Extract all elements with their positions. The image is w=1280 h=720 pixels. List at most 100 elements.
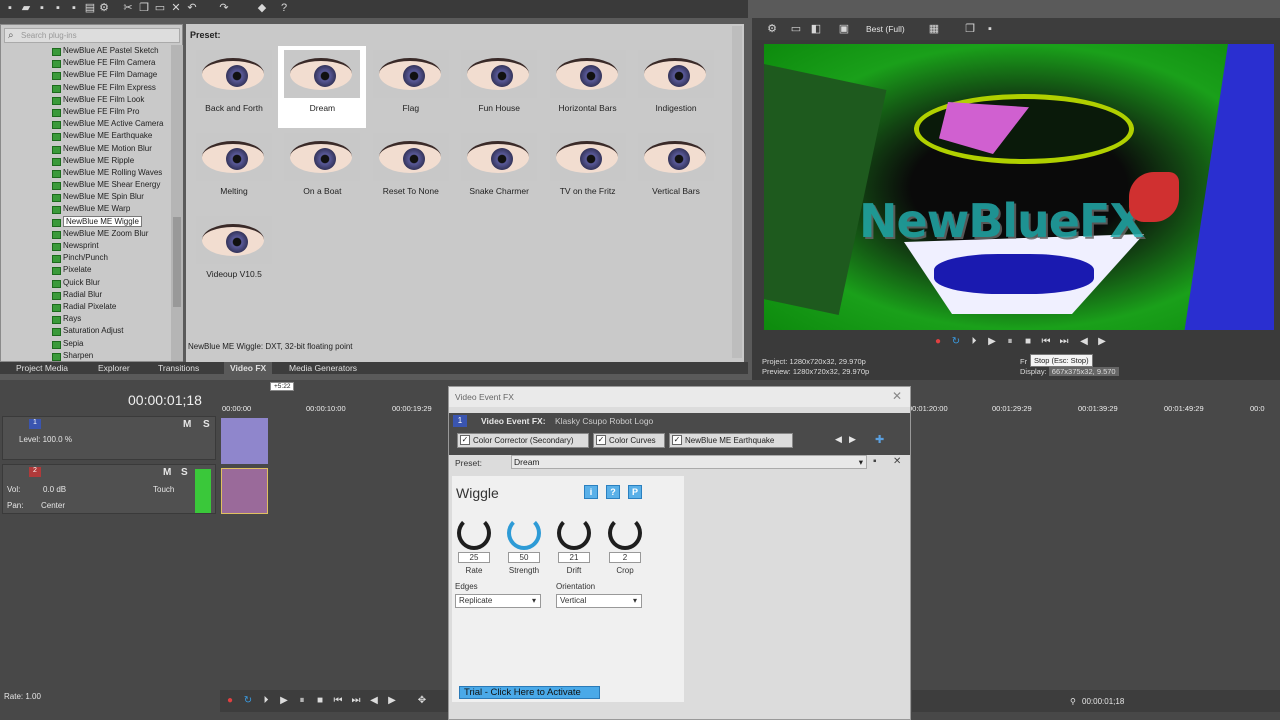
checkbox-icon[interactable]: ✓ [596, 435, 606, 445]
preset-thumbnail[interactable]: Reset To None [367, 129, 455, 211]
overlays-icon[interactable]: ▦ [928, 23, 940, 35]
previous-frame-icon[interactable]: ◀ [1078, 336, 1090, 348]
play-icon[interactable]: ▶ [278, 695, 290, 707]
next-frame-icon[interactable]: ▶ [1096, 336, 1108, 348]
redo-icon[interactable]: ↷ [218, 2, 230, 14]
edit-tool-icon[interactable]: ✥ [416, 695, 428, 707]
info-button[interactable]: i [584, 485, 598, 499]
plugin-item[interactable]: Sepia [1, 338, 171, 350]
orientation-dropdown[interactable]: Vertical [556, 594, 642, 608]
plugin-item[interactable]: NewBlue ME Ripple [1, 155, 171, 167]
plugin-item[interactable]: NewBlue ME Warp [1, 203, 171, 215]
plugin-item[interactable]: Radial Pixelate [1, 301, 171, 313]
plugin-item[interactable]: NewBlue FE Film Camera [1, 57, 171, 69]
plugin-scroll-thumb[interactable] [173, 217, 181, 307]
render-icon[interactable]: ▪ [68, 2, 80, 14]
play-icon[interactable]: ▶ [986, 336, 998, 348]
plugin-item[interactable]: Radial Blur [1, 289, 171, 301]
previous-frame-icon[interactable]: ◀ [368, 695, 380, 707]
snap-icon[interactable]: ◆ [256, 2, 268, 14]
plugin-search-input[interactable]: ⌕ Search plug-ins [4, 28, 180, 43]
preset-thumbnail[interactable]: Vertical Bars [632, 129, 720, 211]
stop-icon[interactable]: ■ [314, 695, 326, 707]
split-screen-icon[interactable]: ◧ [810, 23, 822, 35]
plugin-item[interactable]: Newsprint [1, 240, 171, 252]
mute-button[interactable]: M [183, 419, 191, 430]
tab-video-fx[interactable]: Video FX [224, 362, 273, 374]
go-to-start-icon[interactable]: ⏮ [1040, 336, 1052, 348]
fx-chain-button[interactable]: ✓ Color Curves [593, 433, 665, 448]
quality-icon[interactable]: ▣ [838, 23, 850, 35]
save-preset-icon[interactable]: ▪ [873, 456, 877, 467]
delete-icon[interactable]: ✕ [170, 2, 182, 14]
help-button[interactable]: ? [606, 485, 620, 499]
plugin-item[interactable]: NewBlue ME Spin Blur [1, 191, 171, 203]
preview-settings-icon[interactable]: ⚙ [766, 23, 778, 35]
plugin-item[interactable]: Rays [1, 313, 171, 325]
add-fx-icon[interactable]: ✚ [875, 433, 884, 446]
plugin-item[interactable]: NewBlue FE Film Damage [1, 69, 171, 81]
new-file-icon[interactable]: ▪ [4, 2, 16, 14]
fx-chain-button[interactable]: ✓ NewBlue ME Earthquake [669, 433, 793, 448]
plugin-item[interactable]: NewBlue ME Rolling Waves [1, 167, 171, 179]
next-frame-icon[interactable]: ▶ [386, 695, 398, 707]
go-to-start-icon[interactable]: ⏮ [332, 695, 344, 707]
tab-explorer[interactable]: Explorer [98, 362, 130, 374]
preset-thumbnail[interactable]: Dream [278, 46, 367, 128]
plugin-item[interactable]: NewBlue AE Pastel Sketch [1, 45, 171, 57]
chain-left-icon[interactable]: ◀ [835, 434, 842, 445]
external-monitor-icon[interactable]: ▭ [790, 23, 802, 35]
plugin-scrollbar[interactable] [171, 45, 183, 361]
preset-scrollbar[interactable] [732, 26, 742, 358]
delete-preset-icon[interactable]: ✕ [893, 456, 901, 467]
fx-chain-button[interactable]: ✓ Color Corrector (Secondary) [457, 433, 589, 448]
plugin-item[interactable]: NewBlue ME Earthquake [1, 130, 171, 142]
crop-value[interactable]: 2 [609, 552, 641, 563]
plugin-item[interactable]: NewBlue FE Film Express [1, 82, 171, 94]
trial-activate-button[interactable]: Trial - Click Here to Activate [459, 686, 600, 699]
automation-mode[interactable]: Touch [153, 485, 174, 494]
preset-thumbnail[interactable]: Snake Charmer [455, 129, 543, 211]
save-snapshot-icon[interactable]: ▪ [984, 23, 996, 35]
drift-knob[interactable] [557, 516, 591, 550]
preset-thumbnail[interactable]: Indigestion [632, 46, 720, 128]
plugin-item[interactable]: Pixelate [1, 264, 171, 276]
plugin-item[interactable]: NewBlue ME Motion Blur [1, 143, 171, 155]
loop-icon[interactable]: ↻ [950, 336, 962, 348]
edges-dropdown[interactable]: Replicate [455, 594, 541, 608]
go-to-end-icon[interactable]: ⏭ [1058, 336, 1070, 348]
tab-media-generators[interactable]: Media Generators [289, 362, 357, 374]
settings-icon[interactable]: ⚙ [98, 2, 110, 14]
preset-thumbnail[interactable]: Back and Forth [190, 46, 278, 128]
chain-right-icon[interactable]: ▶ [849, 434, 856, 445]
undo-icon[interactable]: ↶ [186, 2, 198, 14]
solo-button[interactable]: S [203, 419, 210, 430]
preset-thumbnail[interactable]: TV on the Fritz [544, 129, 632, 211]
pause-icon[interactable]: ⏸ [296, 695, 308, 707]
strength-knob[interactable] [507, 516, 541, 550]
record-icon[interactable]: ● [224, 695, 236, 707]
plugin-item[interactable]: NewBlue ME Wiggle [1, 215, 171, 228]
rate-value[interactable]: 25 [458, 552, 490, 563]
preset-thumbnail[interactable]: Fun House [455, 46, 543, 128]
save-as-icon[interactable]: ▪ [52, 2, 64, 14]
properties-icon[interactable]: ▤ [84, 2, 96, 14]
help-icon[interactable]: ? [278, 2, 290, 14]
preset-button[interactable]: P [628, 485, 642, 499]
preset-thumbnail[interactable]: On a Boat [278, 129, 366, 211]
preview-quality-select[interactable]: Best (Full) [866, 24, 905, 34]
paste-icon[interactable]: ▭ [154, 2, 166, 14]
preset-thumbnail[interactable]: Horizontal Bars [544, 46, 632, 128]
plugin-item[interactable]: Pinch/Punch [1, 252, 171, 264]
plugin-item[interactable]: Quick Blur [1, 277, 171, 289]
video-event[interactable] [221, 418, 268, 464]
record-icon[interactable]: ● [932, 336, 944, 348]
tab-project-media[interactable]: Project Media [16, 362, 68, 374]
audio-track-header[interactable]: 2 M S Vol: 0.0 dB Pan: Center Touch [2, 464, 216, 514]
loop-icon[interactable]: ↻ [242, 695, 254, 707]
plugin-item[interactable]: NewBlue ME Zoom Blur [1, 228, 171, 240]
checkbox-icon[interactable]: ✓ [672, 435, 682, 445]
preset-thumbnail[interactable]: Flag [367, 46, 455, 128]
rate-knob[interactable] [457, 516, 491, 550]
plugin-item[interactable]: Saturation Adjust [1, 325, 171, 337]
